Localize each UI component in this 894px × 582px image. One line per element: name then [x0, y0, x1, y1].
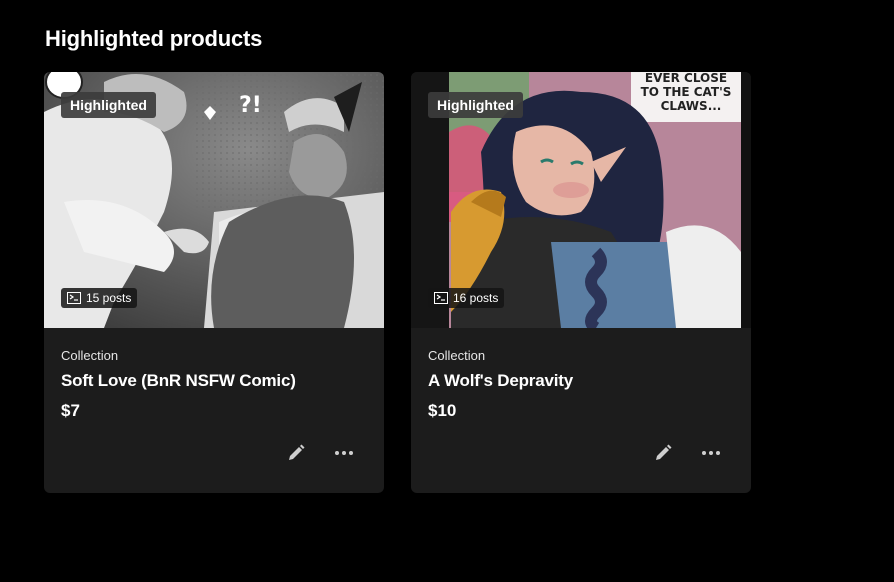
product-thumbnail[interactable]: ?! Highlighted 15 posts [44, 72, 384, 328]
svg-text:?!: ?! [239, 93, 262, 118]
pencil-icon [289, 444, 305, 460]
art-caption-line: CLAWS... [661, 99, 722, 113]
product-list: ?! Highlighted 15 posts Collection Soft … [44, 72, 751, 493]
product-price: $10 [428, 401, 457, 420]
more-dots-icon [335, 451, 353, 455]
card-actions [284, 441, 356, 465]
product-name[interactable]: A Wolf's Depravity [428, 371, 734, 391]
product-type: Collection [61, 348, 119, 363]
edit-button[interactable] [651, 441, 675, 465]
posts-list-icon [67, 292, 81, 304]
product-name[interactable]: Soft Love (BnR NSFW Comic) [61, 371, 367, 391]
art-caption-line: EVER CLOSE [645, 72, 727, 85]
more-dots-icon [702, 451, 720, 455]
post-count-badge: 15 posts [61, 288, 138, 308]
card-actions [651, 441, 723, 465]
pencil-icon [656, 444, 672, 460]
section-title: Highlighted products [45, 26, 263, 51]
product-info: Collection Soft Love (BnR NSFW Comic) $7 [61, 348, 367, 421]
more-options-button[interactable] [699, 441, 723, 465]
highlighted-badge: Highlighted [428, 92, 523, 118]
more-options-button[interactable] [332, 441, 356, 465]
post-count-label: 15 posts [86, 291, 132, 305]
product-info: Collection A Wolf's Depravity $10 [428, 348, 734, 421]
posts-list-icon [434, 292, 448, 304]
product-thumbnail[interactable]: EVER CLOSE TO THE CAT'S CLAWS... Highlig… [411, 72, 751, 328]
post-count-badge: 16 posts [428, 288, 505, 308]
product-type: Collection [428, 348, 486, 363]
product-price: $7 [61, 401, 80, 420]
highlighted-badge: Highlighted [61, 92, 156, 118]
edit-button[interactable] [284, 441, 308, 465]
product-card[interactable]: EVER CLOSE TO THE CAT'S CLAWS... Highlig… [411, 72, 751, 493]
post-count-label: 16 posts [453, 291, 499, 305]
product-card[interactable]: ?! Highlighted 15 posts Collection Soft … [44, 72, 384, 493]
art-caption-line: TO THE CAT'S [641, 85, 732, 99]
